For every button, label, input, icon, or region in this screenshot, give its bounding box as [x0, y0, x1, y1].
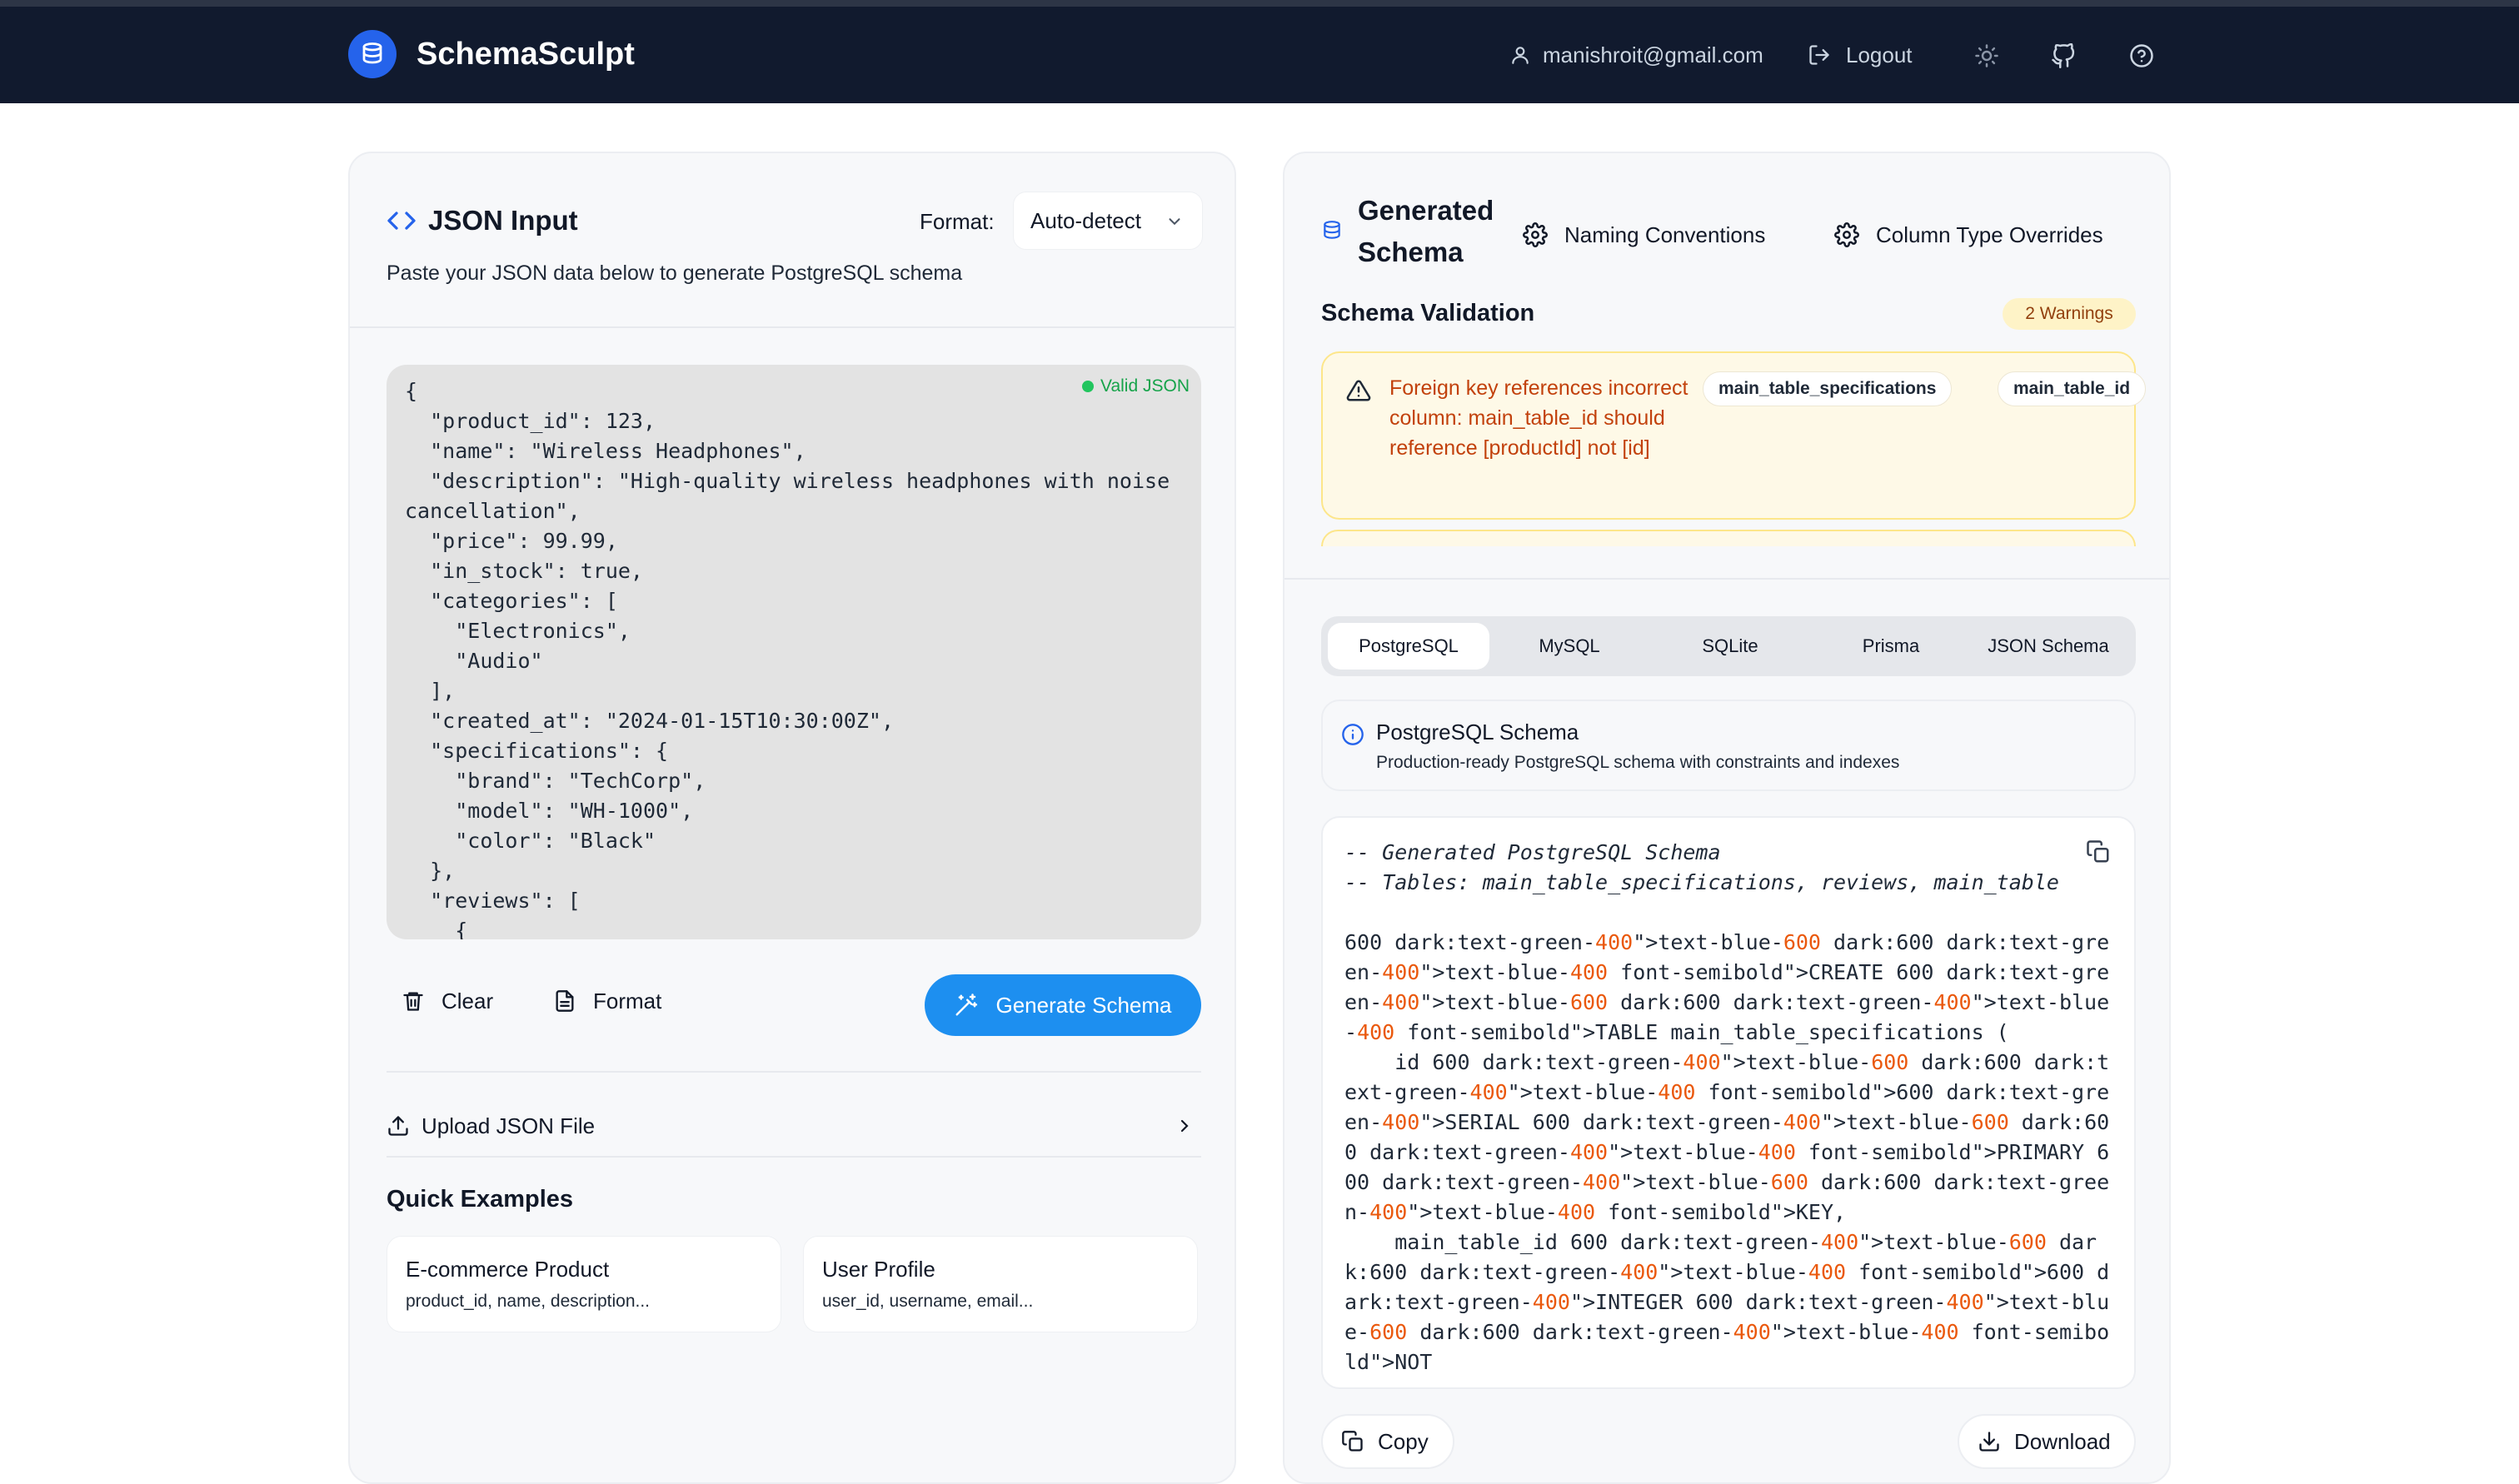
format-select-value: Auto-detect [1030, 207, 1141, 233]
generated-schema-card: Generated Schema Naming Conventions Colu… [1283, 152, 2171, 1484]
example-title: E-commerce Product [406, 1257, 610, 1282]
valid-json-label: Valid JSON [1100, 376, 1190, 396]
divider [387, 1156, 1201, 1158]
divider [350, 326, 1235, 328]
status-dot [1082, 381, 1095, 392]
generated-schema-title: Generated Schema [1358, 195, 1494, 267]
json-input-heading: JSON Input [387, 205, 578, 237]
code-brackets-icon [387, 212, 416, 230]
format-label: Format: [920, 209, 995, 234]
sun-icon[interactable] [1974, 43, 1999, 68]
copy-icon [1342, 1431, 1363, 1452]
json-editor[interactable]: { "product_id": 123, "name": "Wireless H… [387, 365, 1201, 939]
generate-schema-button[interactable]: Generate Schema [925, 974, 1201, 1036]
chevron-right-icon [1180, 1119, 1189, 1133]
schema-info-box: PostgreSQL Schema Production-ready Postg… [1321, 700, 2136, 791]
warning-tag: main_table_specifications [1703, 371, 1953, 406]
validation-warning: Foreign key references incorrect column:… [1321, 351, 2147, 520]
naming-conventions-label: Naming Conventions [1564, 222, 1766, 247]
copy-button[interactable]: Copy [1321, 1414, 1454, 1469]
file-text-icon [556, 990, 574, 1012]
format-label: Format [593, 988, 662, 1013]
warning-tag: main_table_id [1998, 371, 2147, 406]
copy-icon[interactable] [2086, 839, 2111, 864]
database-icon [1324, 221, 1340, 239]
divider [387, 1071, 1201, 1073]
chevron-down-icon [1169, 218, 1180, 226]
clear-label: Clear [441, 988, 494, 1013]
column-type-overrides-button[interactable]: Column Type Overrides [1834, 217, 2103, 253]
clear-button[interactable]: Clear [402, 978, 493, 1024]
valid-json-badge: Valid JSON [1082, 376, 1190, 396]
validation-warning-next [1321, 530, 2136, 546]
help-icon[interactable] [2129, 43, 2154, 68]
window-top-strip [0, 0, 2519, 7]
warning-message: Foreign key references incorrect column:… [1389, 376, 1688, 460]
database-logo-icon [348, 30, 397, 78]
schema-validation-title: Schema Validation [1321, 300, 1535, 326]
trash-icon [403, 992, 423, 1011]
schema-code-output[interactable]: -- Generated PostgreSQL Schema -- Tables… [1321, 816, 2136, 1389]
download-button[interactable]: Download [1958, 1414, 2136, 1469]
user-email: manishroit@gmail.com [1543, 42, 1763, 67]
schema-info-title: PostgreSQL Schema [1376, 720, 1579, 744]
schema-code[interactable]: -- Generated PostgreSQL Schema -- Tables… [1344, 838, 2111, 1377]
json-input-title: JSON Input [428, 205, 578, 236]
info-icon [1342, 724, 1364, 745]
naming-conventions-button[interactable]: Naming Conventions [1523, 217, 1765, 253]
warning-triangle-icon [1346, 380, 1371, 401]
json-input-card: JSON Input Format: Auto-detect Paste you… [348, 152, 1236, 1484]
example-title: User Profile [822, 1257, 935, 1282]
user-icon [1512, 47, 1529, 64]
logout-button[interactable]: Logout [1808, 37, 1913, 73]
example-fields: product_id, name, description... [406, 1292, 650, 1311]
json-input-description: Paste your JSON data below to generate P… [387, 261, 963, 285]
upload-json-file-button[interactable]: Upload JSON File [387, 1108, 1201, 1144]
code-comment: -- Generated PostgreSQL Schema [1344, 840, 1721, 864]
code-body: 600 dark:text-green-400">text-blue-600 d… [1344, 930, 2110, 1374]
column-type-overrides-label: Column Type Overrides [1876, 222, 2103, 247]
gear-icon [1834, 222, 1859, 247]
output-format-tabs: PostgreSQL MySQL SQLite Prisma JSON Sche… [1321, 616, 2136, 676]
upload-json-file-label: Upload JSON File [421, 1113, 596, 1138]
copy-label: Copy [1378, 1428, 1429, 1454]
schema-info-description: Production-ready PostgreSQL schema with … [1376, 753, 1900, 772]
json-editor-content[interactable]: { "product_id": 123, "name": "Wireless H… [405, 376, 1191, 939]
tab-postgresql[interactable]: PostgreSQL [1328, 623, 1489, 670]
logout-label: Logout [1846, 42, 1913, 67]
logout-icon [1809, 45, 1829, 65]
download-icon [1979, 1432, 1999, 1452]
navbar: SchemaSculpt manishroit@gmail.com Logout [0, 7, 2519, 103]
download-label: Download [2014, 1428, 2111, 1454]
quick-examples-title: Quick Examples [387, 1186, 574, 1213]
example-user-profile[interactable]: User Profile user_id, username, email... [803, 1236, 1198, 1332]
example-fields: user_id, username, email... [822, 1292, 1034, 1311]
user-account: manishroit@gmail.com [1509, 37, 1763, 73]
format-button[interactable]: Format [553, 978, 661, 1024]
app-name: SchemaSculpt [417, 36, 635, 72]
tab-json-schema[interactable]: JSON Schema [1968, 623, 2129, 670]
example-ecommerce-product[interactable]: E-commerce Product product_id, name, des… [387, 1236, 781, 1332]
upload-icon [388, 1116, 408, 1136]
format-select[interactable]: Auto-detect [1013, 192, 1203, 250]
tab-prisma[interactable]: Prisma [1810, 623, 1972, 670]
github-icon[interactable] [2051, 43, 2076, 68]
code-comment: -- Tables: main_table_specifications, re… [1344, 870, 2059, 894]
brand[interactable]: SchemaSculpt [348, 30, 635, 78]
tab-mysql[interactable]: MySQL [1489, 623, 1650, 670]
generate-schema-label: Generate Schema [995, 992, 1172, 1018]
magic-wand-icon [955, 993, 978, 1016]
divider [1284, 578, 2169, 580]
gear-icon [1523, 222, 1548, 247]
tab-sqlite[interactable]: SQLite [1649, 623, 1811, 670]
warnings-count-badge: 2 Warnings [2003, 298, 2136, 330]
